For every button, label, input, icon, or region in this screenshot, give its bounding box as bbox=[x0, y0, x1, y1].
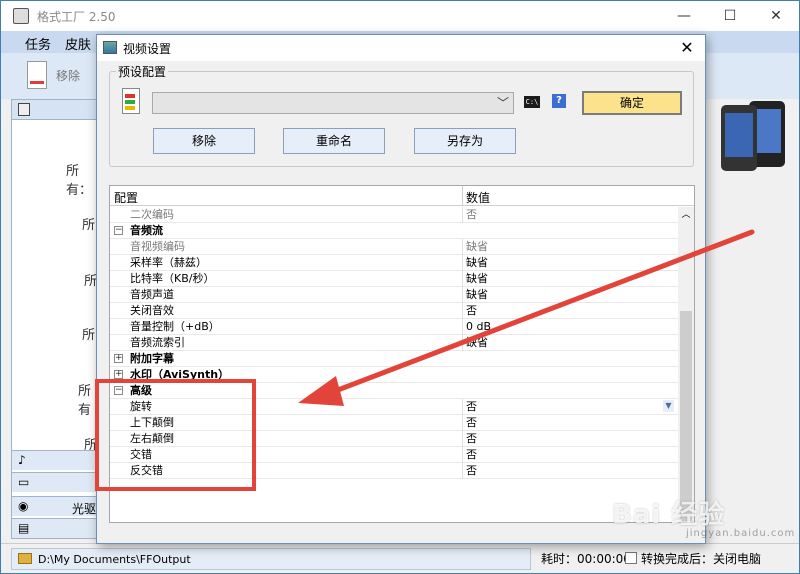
grid-property-row[interactable]: 采样率（赫兹） 缺省 bbox=[110, 255, 678, 271]
tools-icon: ▤ bbox=[18, 521, 30, 535]
help-icon[interactable]: ? bbox=[552, 94, 566, 108]
music-icon: ♪ bbox=[18, 453, 26, 467]
watermark-logo: Bai 经验 jingyan.baidu.com bbox=[612, 494, 796, 540]
property-value: 否 bbox=[466, 416, 477, 429]
property-name: 关闭音效 bbox=[130, 304, 174, 317]
property-name: 比特率（KB/秒） bbox=[130, 272, 215, 285]
tab-advanced[interactable]: ▤ bbox=[12, 518, 98, 538]
property-value: 否 bbox=[466, 304, 477, 317]
after-convert-checkbox[interactable] bbox=[625, 552, 637, 564]
category-item[interactable]: 所 bbox=[82, 214, 95, 233]
close-button[interactable]: ✕ bbox=[753, 1, 799, 31]
statusbar: D:\My Documents\FFOutput 耗时：00:00:00 转换完… bbox=[1, 543, 799, 573]
preset-group: 预设配置 ﹀ C:\ ? 确定 移除 重命名 另存为 bbox=[109, 63, 694, 167]
property-name: 二次编码 bbox=[130, 208, 174, 221]
tab-image[interactable]: ▭ bbox=[12, 472, 98, 492]
grid-scrollbar[interactable]: ︿ bbox=[678, 207, 694, 522]
elapsed-time: 耗时：00:00:00 bbox=[541, 552, 631, 566]
menu-task[interactable]: 任务 bbox=[25, 34, 51, 53]
expand-icon[interactable]: + bbox=[114, 370, 123, 379]
property-name: 音频流 bbox=[130, 224, 163, 237]
property-name: 音频声道 bbox=[130, 288, 174, 301]
property-value: 缺省 bbox=[466, 240, 488, 253]
rename-preset-button[interactable]: 重命名 bbox=[283, 128, 385, 154]
preset-select[interactable]: ﹀ bbox=[152, 92, 514, 114]
annotation-highlight-box bbox=[95, 379, 256, 491]
property-name: 音视频编码 bbox=[130, 240, 185, 253]
scroll-up-icon[interactable]: ︿ bbox=[678, 209, 694, 221]
grid-property-row[interactable]: 二次编码 否 bbox=[110, 207, 678, 223]
command-line-icon[interactable]: C:\ bbox=[524, 96, 540, 108]
after-convert-label[interactable]: 转换完成后：关闭电脑 bbox=[641, 550, 761, 567]
save-as-preset-button[interactable]: 另存为 bbox=[414, 128, 516, 154]
grid-property-row[interactable]: 音频流索引 缺省 bbox=[110, 335, 678, 351]
grid-property-row[interactable]: 音频声道 缺省 bbox=[110, 287, 678, 303]
category-panel: 所有： 所 所 所 所有 所 ♪ ▭ ◉ 光驱 ▤ bbox=[11, 99, 99, 539]
tab-audio[interactable]: ♪ bbox=[12, 450, 98, 470]
menu-skin[interactable]: 皮肤 bbox=[65, 34, 91, 53]
app-icon bbox=[13, 8, 29, 24]
preset-group-label: 预设配置 bbox=[116, 63, 169, 80]
ok-button[interactable]: 确定 bbox=[582, 91, 682, 115]
property-value: 否 bbox=[466, 464, 477, 477]
app-title: 格式工厂 2.50 bbox=[37, 10, 116, 24]
video-icon bbox=[103, 41, 117, 54]
property-name: 附加字幕 bbox=[130, 352, 174, 365]
grid-property-row[interactable]: 音量控制（+dB） 0 dB bbox=[110, 319, 678, 335]
folder-icon bbox=[18, 553, 32, 564]
toolbar-remove-label[interactable]: 移除 bbox=[56, 67, 80, 84]
dropdown-arrow-icon[interactable]: ▼ bbox=[663, 400, 674, 412]
tab-rom-device[interactable]: ◉ 光驱 bbox=[12, 496, 98, 516]
scrollbar-thumb[interactable] bbox=[680, 311, 692, 521]
maximize-button[interactable]: ☐ bbox=[707, 1, 753, 31]
property-value[interactable]: 否 bbox=[466, 400, 477, 414]
remove-preset-button[interactable]: 移除 bbox=[153, 128, 255, 154]
grid-property-row[interactable]: 音视频编码 缺省 bbox=[110, 239, 678, 255]
grid-section-row[interactable]: − 音频流 bbox=[110, 223, 678, 239]
property-value: 缺省 bbox=[466, 272, 488, 285]
grid-property-row[interactable]: 比特率（KB/秒） 缺省 bbox=[110, 271, 678, 287]
property-value: 缺省 bbox=[466, 288, 488, 301]
picture-icon: ▭ bbox=[18, 475, 30, 489]
property-value: 否 bbox=[466, 432, 477, 445]
property-name: 音量控制（+dB） bbox=[130, 320, 220, 333]
minimize-button[interactable]: — bbox=[661, 1, 707, 31]
dialog-titlebar: 视频设置 ✕ bbox=[97, 35, 705, 61]
property-value: 0 dB bbox=[466, 320, 492, 333]
category-item[interactable]: 所有： bbox=[66, 160, 98, 198]
dialog-close-button[interactable]: ✕ bbox=[675, 36, 699, 60]
chevron-down-icon[interactable]: ﹀ bbox=[497, 94, 509, 111]
preset-profile-icon bbox=[120, 88, 142, 116]
watermark-main: Bai 经验 bbox=[612, 500, 726, 530]
property-name: 音频流索引 bbox=[130, 336, 185, 349]
expand-icon[interactable]: + bbox=[114, 354, 123, 363]
grid-header: 配置 数值 bbox=[110, 186, 694, 206]
property-value-editor[interactable]: ▼ bbox=[463, 399, 678, 414]
category-header[interactable] bbox=[12, 100, 98, 120]
grid-section-row[interactable]: + 附加字幕 bbox=[110, 351, 678, 367]
watermark-sub: jingyan.baidu.com bbox=[686, 528, 796, 539]
output-path-box[interactable]: D:\My Documents\FFOutput bbox=[11, 548, 531, 570]
column-header-config: 配置 bbox=[114, 191, 139, 205]
property-name: 采样率（赫兹） bbox=[130, 256, 207, 269]
video-category-icon bbox=[18, 103, 30, 116]
dialog-title: 视频设置 bbox=[123, 42, 172, 56]
output-path: D:\My Documents\FFOutput bbox=[38, 553, 191, 566]
property-value: 缺省 bbox=[466, 336, 488, 349]
grid-property-row[interactable]: 关闭音效 否 bbox=[110, 303, 678, 319]
category-item[interactable]: 所 bbox=[82, 324, 95, 343]
remove-file-icon[interactable] bbox=[27, 61, 47, 89]
collapse-icon[interactable]: − bbox=[114, 226, 123, 235]
phone-icon bbox=[721, 105, 757, 171]
property-value: 缺省 bbox=[466, 256, 488, 269]
column-header-value: 数值 bbox=[466, 191, 491, 205]
device-preview-image bbox=[713, 99, 799, 179]
property-value: 否 bbox=[466, 208, 477, 221]
tab-rom-label: 光驱 bbox=[72, 502, 97, 516]
main-titlebar: 格式工厂 2.50 — ☐ ✕ bbox=[1, 1, 799, 31]
disc-icon: ◉ bbox=[18, 499, 29, 513]
property-value: 否 bbox=[466, 448, 477, 461]
